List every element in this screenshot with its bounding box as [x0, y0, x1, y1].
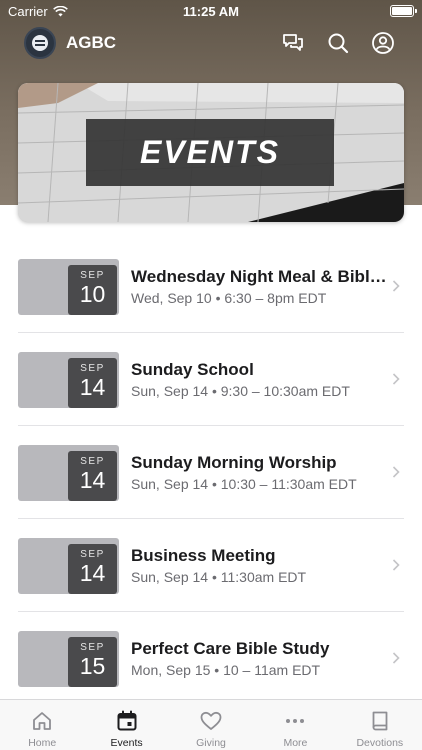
event-row[interactable]: SEP 15 Perfect Care Bible Study Mon, Sep…	[0, 612, 422, 705]
date-month: SEP	[80, 642, 105, 653]
date-badge: SEP 14	[68, 358, 117, 408]
tab-devotions[interactable]: Devotions	[338, 700, 422, 750]
event-list: SEP 10 Wednesday Night Meal & Bible Stud…	[0, 240, 422, 705]
events-banner: EVENTS	[18, 83, 404, 222]
date-month: SEP	[80, 270, 105, 281]
calendar-icon	[117, 710, 137, 731]
date-month: SEP	[80, 363, 105, 374]
date-month: SEP	[80, 456, 105, 467]
event-date-tile: SEP 14	[18, 352, 119, 408]
battery-icon	[390, 5, 417, 17]
app-bar: AGBC	[0, 26, 422, 62]
home-icon	[33, 712, 52, 730]
tab-label: Events	[110, 737, 143, 749]
tab-giving[interactable]: Giving	[169, 700, 253, 750]
event-time: Sun, Sep 14 • 11:30am EDT	[131, 569, 307, 585]
tab-bar: Home Events Giving More Devotions	[0, 699, 422, 750]
profile-icon[interactable]	[371, 31, 395, 55]
tab-events[interactable]: Events	[84, 700, 168, 750]
date-day: 14	[79, 560, 106, 586]
tab-home[interactable]: Home	[0, 700, 84, 750]
event-row[interactable]: SEP 14 Sunday School Sun, Sep 14 • 9:30 …	[0, 333, 422, 426]
event-time: Wed, Sep 10 • 6:30 – 8pm EDT	[131, 290, 327, 306]
chevron-right-icon	[392, 652, 400, 664]
tab-label: Home	[28, 737, 57, 749]
event-row[interactable]: SEP 14 Sunday Morning Worship Sun, Sep 1…	[0, 426, 422, 519]
event-title: Sunday School	[131, 360, 254, 379]
chevron-right-icon	[392, 280, 400, 292]
event-date-tile: SEP 15	[18, 631, 119, 687]
tab-label: More	[283, 737, 308, 749]
date-badge: SEP 10	[68, 265, 117, 315]
event-time: Sun, Sep 14 • 9:30 – 10:30am EDT	[131, 383, 350, 399]
status-bar: Carrier 11:25 AM	[0, 0, 422, 24]
date-day: 10	[79, 281, 106, 307]
date-badge: SEP 14	[68, 544, 117, 594]
chat-icon[interactable]	[281, 31, 305, 55]
event-row[interactable]: SEP 14 Business Meeting Sun, Sep 14 • 11…	[0, 519, 422, 612]
banner-title: EVENTS	[139, 134, 281, 170]
app-title: AGBC	[66, 33, 117, 52]
event-title: Business Meeting	[131, 546, 276, 565]
date-badge: SEP 14	[68, 451, 117, 501]
heart-icon	[200, 711, 222, 730]
event-time: Mon, Sep 15 • 10 – 11am EDT	[131, 662, 321, 678]
more-icon	[286, 719, 305, 723]
status-time: 11:25 AM	[183, 4, 239, 19]
church-logo[interactable]	[24, 27, 56, 59]
chevron-right-icon	[392, 559, 400, 571]
event-title: Sunday Morning Worship	[131, 453, 337, 472]
chevron-right-icon	[392, 466, 400, 478]
event-title: Perfect Care Bible Study	[131, 639, 330, 658]
event-title: Wednesday Night Meal & Bible Study	[131, 267, 389, 286]
search-icon[interactable]	[326, 31, 350, 55]
event-time: Sun, Sep 14 • 10:30 – 11:30am EDT	[131, 476, 357, 492]
date-day: 14	[79, 467, 106, 493]
tab-label: Devotions	[356, 737, 404, 749]
chevron-right-icon	[392, 373, 400, 385]
event-date-tile: SEP 14	[18, 445, 119, 501]
tab-label: Giving	[196, 737, 226, 749]
date-day: 15	[79, 653, 106, 679]
tab-more[interactable]: More	[253, 700, 337, 750]
event-row[interactable]: SEP 10 Wednesday Night Meal & Bible Stud…	[0, 240, 422, 333]
date-badge: SEP 15	[68, 637, 117, 687]
date-month: SEP	[80, 549, 105, 560]
date-day: 14	[79, 374, 106, 400]
book-icon	[372, 711, 388, 731]
event-date-tile: SEP 10	[18, 259, 119, 315]
banner-title-plate: EVENTS	[86, 119, 334, 186]
event-date-tile: SEP 14	[18, 538, 119, 594]
